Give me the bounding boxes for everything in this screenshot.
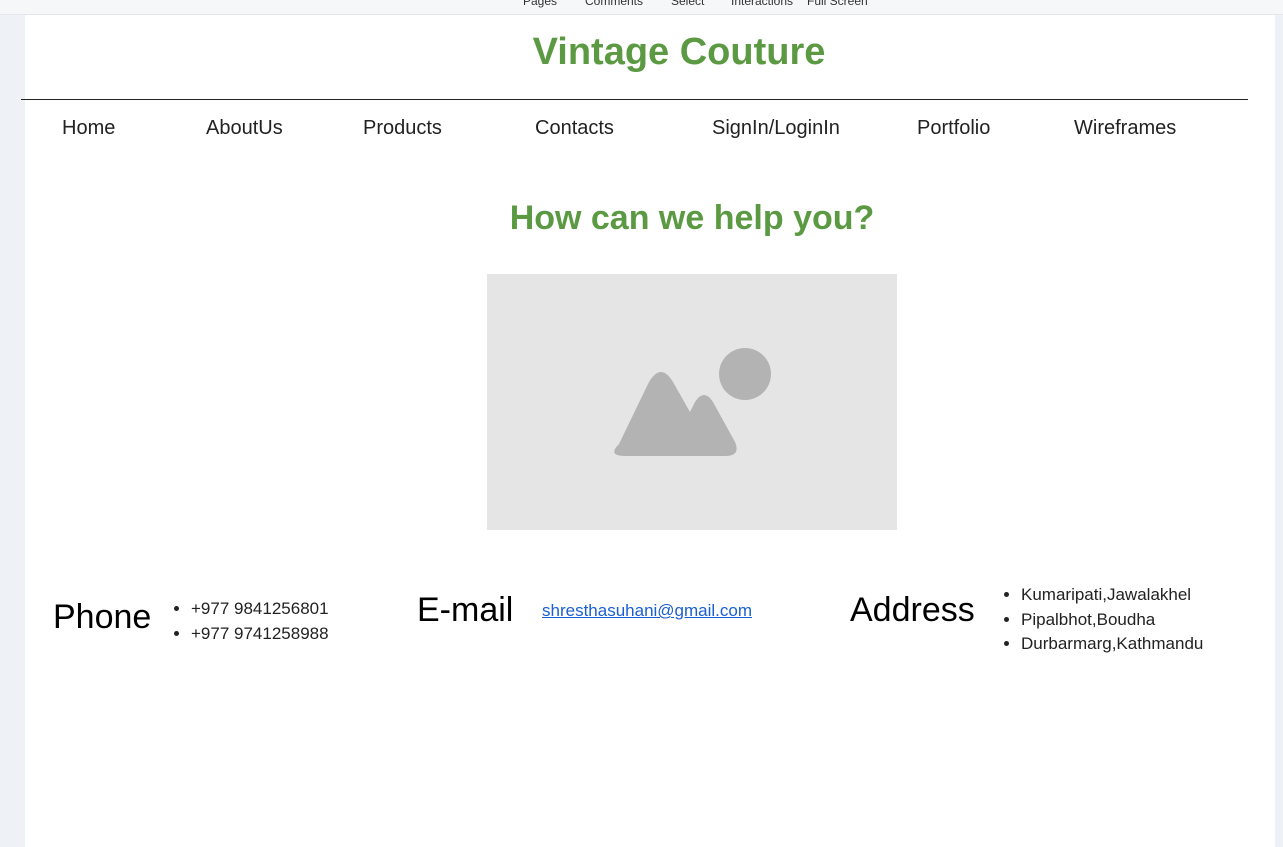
site-title: Vintage Couture <box>532 31 826 73</box>
right-gutter <box>1275 15 1283 847</box>
address-item: Kumaripati,Jawalakhel <box>1021 583 1203 608</box>
image-placeholder <box>487 274 897 530</box>
nav-about-us[interactable]: AboutUs <box>206 117 283 140</box>
phone-item: +977 9841256801 <box>191 597 329 622</box>
help-heading: How can we help you? <box>509 199 875 237</box>
nav-portfolio[interactable]: Portfolio <box>917 117 990 140</box>
editor-toolbar: Pages Comments Select Interactions Full … <box>0 0 1283 15</box>
toolbar-interactions[interactable]: Interactions <box>731 0 793 8</box>
nav-home[interactable]: Home <box>62 117 115 140</box>
address-item: Pipalbhot,Boudha <box>1021 608 1203 633</box>
address-label: Address <box>850 591 975 629</box>
phone-label: Phone <box>53 598 152 636</box>
email-link[interactable]: shresthasuhani@gmail.com <box>542 601 752 621</box>
toolbar-pages[interactable]: Pages <box>523 0 557 8</box>
nav-contacts[interactable]: Contacts <box>535 117 614 140</box>
phone-list: +977 9841256801 +977 9741258988 <box>171 597 329 646</box>
toolbar-select[interactable]: Select <box>671 0 704 8</box>
nav-products[interactable]: Products <box>363 117 442 140</box>
address-list: Kumaripati,Jawalakhel Pipalbhot,Boudha D… <box>1001 583 1203 657</box>
nav-wireframes[interactable]: Wireframes <box>1074 117 1176 140</box>
page-canvas: Vintage Couture Home AboutUs Products Co… <box>21 15 1275 847</box>
image-placeholder-icon <box>614 348 771 456</box>
address-item: Durbarmarg,Kathmandu <box>1021 632 1203 657</box>
email-label: E-mail <box>417 591 514 629</box>
header-divider <box>21 99 1248 100</box>
phone-item: +977 9741258988 <box>191 622 329 647</box>
toolbar-full-screen[interactable]: Full Screen <box>807 0 868 8</box>
nav-signin[interactable]: SignIn/LoginIn <box>712 117 840 140</box>
toolbar-comments[interactable]: Comments <box>585 0 643 8</box>
